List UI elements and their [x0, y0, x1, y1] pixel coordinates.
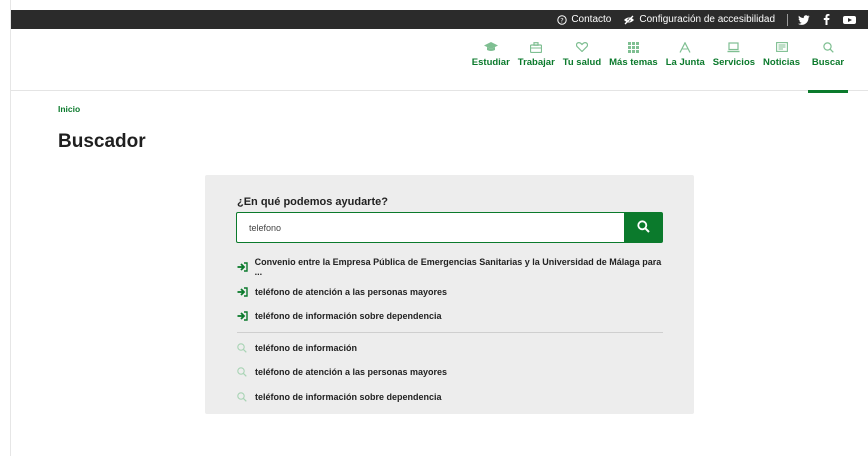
twitter-icon[interactable] [798, 14, 810, 25]
suggestions-divider [237, 331, 663, 333]
window-edge [0, 0, 11, 456]
breadcrumb-home[interactable]: Inicio [58, 104, 80, 114]
eye-slash-icon [623, 15, 635, 25]
top-utility-bar: ? Contacto Configuración de accesibilida… [11, 10, 868, 29]
help-circle-icon: ? [557, 14, 568, 25]
arrow-enter-icon [237, 287, 255, 297]
newspaper-icon [775, 40, 788, 54]
suggestion-label: teléfono de información sobre dependenci… [255, 391, 442, 402]
suggestion-label: teléfono de información sobre dependenci… [255, 311, 442, 322]
page-title: Buscador [58, 131, 146, 152]
nav-item-label: Noticias [763, 57, 800, 68]
social-links [798, 14, 856, 25]
search-icon [237, 342, 255, 353]
nav-item-label: Buscar [811, 57, 845, 68]
search-input[interactable] [237, 213, 624, 242]
nav-item-label: Más temas [609, 57, 658, 68]
suggestion-page[interactable]: teléfono de información sobre dependenci… [237, 304, 663, 329]
heart-icon [575, 40, 588, 54]
svg-text:?: ? [561, 16, 564, 24]
search-box [236, 212, 663, 243]
suggestion-label: teléfono de atención a las personas mayo… [255, 367, 448, 378]
suggestion-term[interactable]: teléfono de atención a las personas mayo… [237, 360, 663, 385]
search-icon [237, 367, 255, 377]
arrow-enter-icon [237, 262, 255, 272]
nav-item-servicios[interactable]: Servicios [713, 40, 755, 93]
nav-item-mas-temas[interactable]: Más temas [609, 40, 658, 93]
junta-logo-icon [679, 40, 691, 54]
accessibility-label: Configuración de accesibilidad [639, 14, 775, 25]
suggestion-term[interactable]: teléfono de información [237, 336, 663, 361]
search-panel: ¿En qué podemos ayudarte? Convenio entre… [205, 175, 694, 414]
suggestion-label: Convenio entre la Empresa Pública de Eme… [254, 257, 662, 278]
main-navigation: Estudiar Trabajar Tu salud Más temas La … [11, 29, 868, 91]
nav-item-tu-salud[interactable]: Tu salud [563, 40, 601, 93]
nav-item-label: Estudiar [471, 57, 510, 68]
nav-item-la-junta[interactable]: La Junta [666, 40, 705, 93]
search-icon [822, 40, 834, 54]
grid-icon [627, 40, 639, 54]
search-icon [237, 391, 255, 402]
nav-item-label: Trabajar [517, 57, 555, 68]
suggestion-term[interactable]: teléfono de información sobre dependenci… [237, 385, 663, 410]
nav-item-label: Servicios [712, 57, 756, 68]
suggestion-label: teléfono de atención a las personas mayo… [255, 286, 448, 297]
nav-item-estudiar[interactable]: Estudiar [472, 40, 510, 93]
search-button[interactable] [624, 213, 662, 242]
contact-label: Contacto [571, 14, 612, 25]
graduation-cap-icon [483, 40, 498, 54]
search-suggestions: Convenio entre la Empresa Pública de Eme… [237, 255, 663, 409]
nav-item-trabajar[interactable]: Trabajar [518, 40, 555, 93]
search-icon [636, 219, 650, 236]
suggestion-page[interactable]: Convenio entre la Empresa Pública de Eme… [237, 255, 663, 280]
arrow-enter-icon [237, 311, 255, 321]
nav-item-label: Tu salud [562, 57, 602, 68]
nav-items: Estudiar Trabajar Tu salud Más temas La … [472, 40, 848, 93]
contact-link[interactable]: ? Contacto [557, 14, 611, 25]
nav-item-buscar[interactable]: Buscar [808, 40, 848, 93]
briefcase-icon [530, 40, 543, 54]
search-question: ¿En qué podemos ayudarte? [237, 196, 388, 208]
suggestion-label: teléfono de información [255, 342, 358, 353]
nav-item-noticias[interactable]: Noticias [763, 40, 800, 93]
facebook-icon[interactable] [823, 14, 830, 25]
nav-item-label: La Junta [665, 57, 705, 68]
laptop-icon [727, 40, 740, 54]
topbar-divider [787, 13, 788, 26]
youtube-icon[interactable] [843, 15, 856, 25]
suggestion-page[interactable]: teléfono de atención a las personas mayo… [237, 280, 663, 305]
accessibility-link[interactable]: Configuración de accesibilidad [623, 14, 775, 25]
